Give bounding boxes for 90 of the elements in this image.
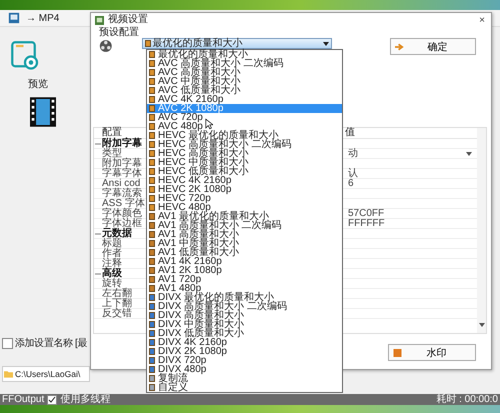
dropdown-option[interactable]: 复制流 [147, 374, 342, 383]
property-name: 左右翻 [102, 288, 132, 299]
settings-icon[interactable] [10, 39, 40, 71]
square-icon [393, 348, 402, 356]
checkbox[interactable] [47, 394, 58, 404]
dropdown-option[interactable]: HEVC 2K 1080p [147, 185, 342, 194]
dropdown-option[interactable]: AVC 高质量和大小 二次编码 [147, 59, 342, 68]
dropdown-option[interactable]: AVC 中质量和大小 [147, 77, 342, 86]
group-name: 高级 [102, 268, 122, 279]
column-header: 配置 [102, 127, 122, 138]
group-name: 元数据 [102, 228, 132, 239]
dropdown-option[interactable]: AV1 480p [147, 284, 342, 293]
dropdown-option[interactable]: AVC 480p [147, 122, 342, 131]
dropdown-option[interactable]: AVC 4K 2160p [147, 95, 342, 104]
dropdown-option[interactable]: AV1 高质量和大小 [147, 230, 342, 239]
dropdown-option[interactable]: HEVC 高质量和大小 二次编码 [147, 140, 342, 149]
dropdown-option[interactable]: AVC 720p [147, 113, 342, 122]
dropdown-option[interactable]: DIVX 2K 1080p [147, 347, 342, 356]
watermark-button[interactable]: 水印 [388, 344, 476, 361]
output-path-field[interactable]: C:\Users\LaoGai\ [2, 366, 90, 382]
dialog-title: 视频设置 [108, 14, 148, 26]
scrollbar[interactable] [477, 128, 486, 333]
dropdown-option[interactable]: AV1 最优化的质量和大小 [147, 212, 342, 221]
dropdown-option[interactable]: HEVC 480p [147, 203, 342, 212]
film-icon [30, 97, 56, 127]
property-value: 6 [348, 179, 354, 188]
dropdown-option[interactable]: AVC 低质量和大小 [147, 86, 342, 95]
ok-button[interactable]: 确定 [390, 38, 476, 55]
dropdown-option[interactable]: DIVX 最优化的质量和大小 [147, 293, 342, 302]
document-icon [8, 12, 20, 24]
dropdown-option[interactable]: HEVC 高质量和大小 [147, 149, 342, 158]
film-reel-icon [99, 39, 113, 53]
property-name: 旋转 [102, 278, 122, 289]
dropdown-option[interactable]: 最优化的质量和大小 [147, 50, 342, 59]
caret-icon[interactable] [466, 152, 472, 156]
checkbox-label: 添加设置名称 [最 [15, 336, 87, 350]
group-label: 预设配置 [99, 27, 140, 38]
arrow-icon [395, 42, 404, 50]
dropdown-option[interactable]: HEVC 中质量和大小 [147, 158, 342, 167]
window-icon [95, 16, 104, 24]
property-name: 字幕流索 [102, 188, 142, 199]
property-name: 类型 [102, 148, 122, 159]
preset-dropdown[interactable]: 最优化的质量和大小 [142, 38, 332, 49]
collapse-icon[interactable] [95, 230, 101, 236]
dropdown-option[interactable]: 自定义 [147, 383, 342, 392]
dropdown-option[interactable]: HEVC 低质量和大小 [147, 167, 342, 176]
dropdown-option[interactable]: AV1 高质量和大小 二次编码 [147, 221, 342, 230]
checkbox-label: 使用多线程 [60, 394, 110, 405]
dropdown-option[interactable]: DIVX 高质量和大小 [147, 311, 342, 320]
dropdown-option[interactable]: DIVX 低质量和大小 [147, 329, 342, 338]
format-title: → MP4 [26, 12, 60, 24]
property-name: 反交错 [102, 308, 132, 319]
dropdown-option[interactable]: AV1 中质量和大小 [147, 239, 342, 248]
dropdown-option[interactable]: DIVX 720p [147, 356, 342, 365]
property-name: 作者 [102, 248, 122, 259]
collapse-icon[interactable] [95, 270, 101, 276]
dropdown-option[interactable]: AVC 高质量和大小 [147, 68, 342, 77]
property-name: 上下翻 [102, 298, 132, 309]
property-value: 动 [348, 149, 358, 158]
close-button[interactable]: × [477, 14, 487, 26]
property-value: 57C0FF [348, 209, 384, 218]
dropdown-option[interactable]: DIVX 4K 2160p [147, 338, 342, 347]
cursor-icon [205, 118, 213, 130]
dropdown-option[interactable]: HEVC 4K 2160p [147, 176, 342, 185]
collapse-icon[interactable] [95, 140, 101, 146]
dropdown-option[interactable]: DIVX 高质量和大小 二次编码 [147, 302, 342, 311]
folder-icon [4, 370, 13, 378]
group-name: 附加字幕 [102, 138, 142, 149]
property-name: 标题 [102, 238, 122, 249]
column-header: 值 [345, 128, 355, 138]
checkbox[interactable] [2, 338, 13, 348]
preview-label: 预览 [28, 79, 48, 91]
dropdown-option[interactable]: DIVX 中质量和大小 [147, 320, 342, 329]
property-name: 字体边框 [102, 218, 142, 229]
dropdown-option[interactable]: AV1 低质量和大小 [147, 248, 342, 257]
property-value: 认 [348, 169, 358, 178]
dropdown-option[interactable]: AV1 720p [147, 275, 342, 284]
dropdown-option[interactable]: AV1 2K 1080p [147, 266, 342, 275]
dropdown-option[interactable]: DIVX 480p [147, 365, 342, 374]
dropdown-option[interactable]: AV1 4K 2160p [147, 257, 342, 266]
output-label: FFOutput [2, 394, 44, 405]
dropdown-option[interactable]: HEVC 最优化的质量和大小 [147, 131, 342, 140]
elapsed-time: 耗时 : 00:00:0 [436, 394, 498, 405]
property-name: 字体颜色 [102, 208, 142, 219]
property-value: FFFFFF [348, 219, 385, 228]
property-name: 字幕字体 [102, 168, 142, 179]
property-name: ASS 字体 [102, 198, 145, 209]
property-name: Ansi cod [102, 178, 140, 189]
dropdown-option[interactable]: HEVC 720p [147, 194, 342, 203]
property-name: 附加字幕 [102, 158, 142, 169]
